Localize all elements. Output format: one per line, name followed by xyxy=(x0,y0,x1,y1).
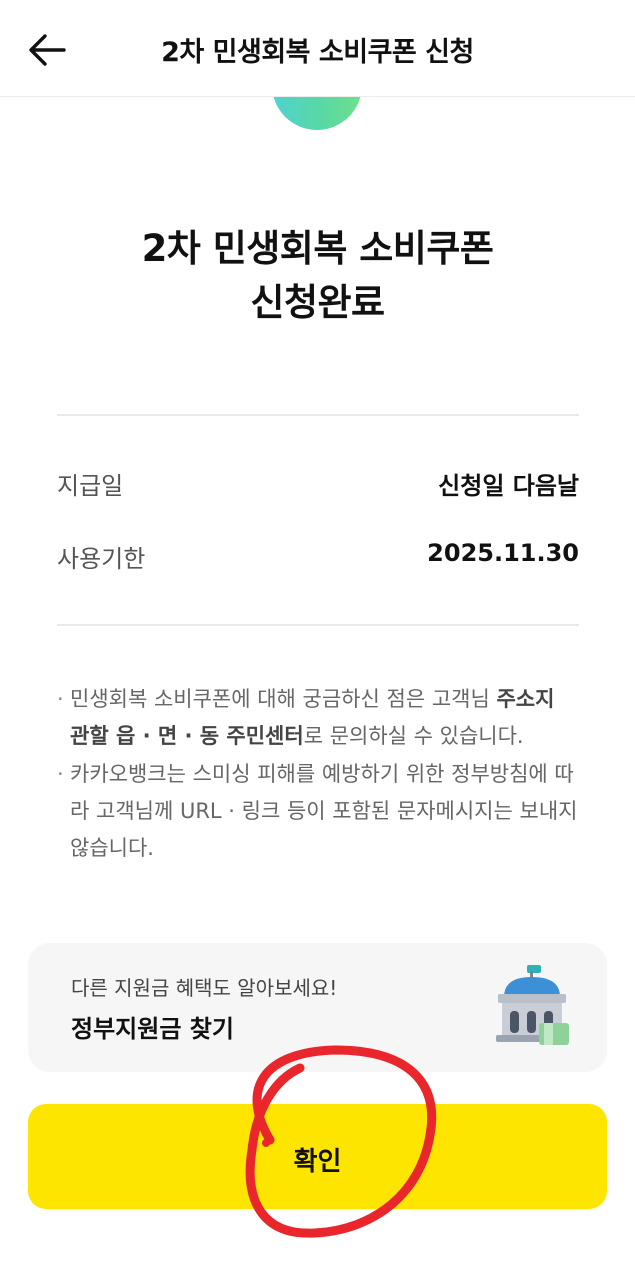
info-label: 지급일 xyxy=(57,472,124,500)
support-card-subtitle: 다른 지원금 혜택도 알아보세요! xyxy=(71,976,338,1000)
info-value: 신청일 다음날 xyxy=(438,472,579,500)
completion-heading-line2: 신청완료 xyxy=(250,281,385,324)
top-app-bar: 2차 민생회복 소비쿠폰 신청 xyxy=(0,0,635,97)
confirm-button[interactable]: 확인 xyxy=(28,1104,607,1209)
info-row-payment-date: 지급일 신청일 다음날 xyxy=(57,466,579,502)
completion-heading: 2차 민생회복 소비쿠폰 신청완료 xyxy=(0,222,635,330)
page-title: 2차 민생회복 소비쿠폰 신청 xyxy=(161,37,474,68)
confirm-button-label: 확인 xyxy=(293,1147,342,1177)
notice-text-part: 민생회복 소비쿠폰에 대해 궁금하신 점은 고객님 xyxy=(70,687,497,711)
red-circle-annotation xyxy=(245,1045,437,1238)
notice-text: 민생회복 소비쿠폰에 대해 궁금하신 점은 고객님 주소지 관할 읍 · 면 ·… xyxy=(57,681,579,755)
government-support-card[interactable]: 다른 지원금 혜택도 알아보세요! 정부지원금 찾기 xyxy=(28,943,607,1072)
divider-top xyxy=(57,414,579,416)
notice-text-part: 로 문의하실 수 있습니다. xyxy=(303,724,524,748)
notice-smishing: · 카카오뱅크는 스미싱 피해를 예방하기 위한 정부방침에 따라 고객님께 U… xyxy=(57,756,579,867)
bullet: · xyxy=(57,687,64,711)
bullet: · xyxy=(57,762,64,786)
support-card-title: 정부지원금 찾기 xyxy=(71,1015,234,1043)
info-row-expiry: 사용기한 2025.11.30 xyxy=(57,539,579,575)
completion-heading-line1: 2차 민생회복 소비쿠폰 xyxy=(141,227,494,270)
coupon-complete-screen: 2차 민생회복 소비쿠폰 신청 2차 민생회복 소비쿠폰 신청완료 지급일 신청… xyxy=(0,0,635,1280)
notice-text: 카카오뱅크는 스미싱 피해를 예방하기 위한 정부방침에 따라 고객님께 URL… xyxy=(70,762,578,860)
info-value: 2025.11.30 xyxy=(427,539,579,567)
notice-inquiry: · 민생회복 소비쿠폰에 대해 궁금하신 점은 고객님 주소지 관할 읍 · 면… xyxy=(57,681,579,755)
government-building-money-icon xyxy=(496,965,569,1045)
divider-bottom xyxy=(57,624,579,626)
info-label: 사용기한 xyxy=(57,545,146,573)
